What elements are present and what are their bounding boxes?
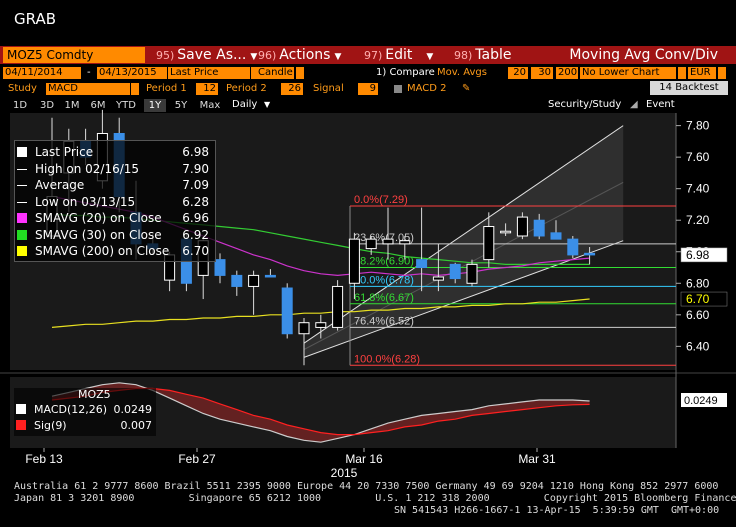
fib-level-label: 61.8%(6.67) [354, 292, 414, 304]
legend-label: Last Price [35, 145, 94, 159]
macd-panel-title: MOZ5 [78, 388, 111, 401]
legend-item[interactable]: SMAVG (200) on Close 6.70 [17, 244, 213, 259]
legend-item[interactable]: Average 7.09 [17, 178, 213, 193]
legend-swatch [17, 213, 27, 223]
legend-value: 6.70 [182, 244, 209, 258]
footer-contacts: Australia 61 2 9777 8600 Brazil 5511 239… [14, 481, 736, 517]
legend-value: 6.98 [182, 145, 209, 159]
footer-line-1: Australia 61 2 9777 8600 Brazil 5511 239… [14, 481, 719, 492]
x-tick-label: Mar 16 [345, 452, 383, 466]
candle-body [399, 240, 411, 245]
fib-level-label: 100.0%(6.28) [354, 353, 420, 365]
y-tick-label: 7.20 [686, 213, 710, 227]
y-tick-label: 7.60 [686, 150, 710, 164]
legend-value: 0.0249 [113, 403, 153, 416]
candle-body [264, 274, 276, 278]
candle-body [584, 252, 596, 256]
macd-legend: MOZ5 MACD(12,26) 0.0249 Sig(9) 0.007 [14, 388, 156, 436]
legend-item[interactable]: SMAVG (20) on Close 6.96 [17, 211, 213, 226]
legend-label: MACD(12,26) [34, 403, 108, 416]
y-tick-label: 7.40 [686, 182, 710, 196]
candle-body [231, 274, 243, 287]
legend-value: 7.90 [182, 161, 209, 176]
legend-item[interactable]: Last Price 6.98 [17, 145, 213, 160]
candle-body [567, 238, 579, 256]
fib-level-label: 0.0%(7.29) [354, 194, 408, 206]
legend-value: 6.28 [182, 194, 209, 209]
legend-swatch [17, 185, 27, 186]
x-year-label: 2015 [331, 466, 358, 480]
price-label: 6.70 [686, 292, 710, 306]
fib-level-label: 50.0%(6.78) [354, 274, 414, 286]
legend-label: SMAVG (20) on Close [35, 211, 162, 225]
legend-value: 6.96 [182, 211, 209, 225]
candle-body [533, 219, 545, 237]
legend-label: High on 02/16/15 [35, 161, 140, 176]
macd-legend-item: Sig(9) 0.007 [16, 418, 156, 433]
footer-line-3: SN 541543 H266-1667-1 13-Apr-15 5:39:59 … [394, 505, 720, 516]
candle-body [449, 263, 461, 280]
candle-body [348, 238, 360, 284]
candle-body [500, 230, 512, 234]
legend-swatch [16, 420, 26, 430]
legend-value: 6.92 [182, 227, 209, 242]
candle-body [416, 259, 428, 269]
y-tick-label: 6.60 [686, 308, 710, 322]
chart-legend[interactable]: Last Price 6.98 High on 02/16/15 7.90 Averag… [14, 140, 216, 262]
y-tick-label: 6.40 [686, 339, 710, 353]
macd-legend-item: MACD(12,26) 0.0249 [16, 402, 156, 417]
candle-body [214, 259, 226, 276]
legend-item[interactable]: High on 02/16/15 7.90 [17, 162, 213, 177]
legend-swatch [16, 404, 26, 414]
fib-level-label: 76.4%(6.52) [354, 315, 414, 327]
legend-label: Average [35, 178, 85, 192]
legend-item[interactable]: SMAVG (30) on Close 6.92 [17, 228, 213, 243]
legend-value: 7.09 [182, 178, 209, 192]
candle-body [466, 263, 478, 284]
legend-swatch [17, 229, 27, 240]
candle-body [516, 216, 528, 237]
price-label: 6.98 [686, 248, 710, 262]
legend-label: SMAVG (30) on Close [35, 227, 162, 242]
legend-label: Low on 03/13/15 [35, 194, 136, 209]
legend-label: Sig(9) [34, 419, 67, 432]
footer-line-2: Japan 81 3 3201 8900 Singapore 65 6212 1… [14, 493, 736, 504]
candle-body [332, 285, 344, 328]
legend-swatch [17, 147, 27, 157]
candle-body [248, 274, 260, 287]
legend-swatch [17, 168, 27, 170]
legend-value: 0.007 [120, 419, 153, 432]
x-tick-label: Feb 13 [25, 452, 63, 466]
legend-swatch [17, 246, 27, 256]
candle-body [432, 276, 444, 281]
candle-body [298, 322, 310, 335]
candle-body [315, 322, 327, 328]
candle-body [382, 238, 394, 245]
x-tick-label: Mar 31 [518, 452, 556, 466]
y-tick-label: 7.80 [686, 119, 710, 133]
legend-item[interactable]: Low on 03/13/15 6.28 [17, 195, 213, 210]
candle-body [365, 238, 377, 250]
candle-body [281, 287, 293, 335]
candle-body [550, 232, 562, 240]
macd-value-label: 0.0249 [684, 395, 718, 407]
legend-swatch [17, 201, 27, 203]
price-chart[interactable]: 0.0%(7.29)23.6%(7.05)38.2%(6.90)50.0%(6.… [0, 0, 736, 527]
y-tick-label: 6.80 [686, 276, 710, 290]
legend-label: SMAVG (200) on Close [35, 244, 170, 258]
x-tick-label: Feb 27 [178, 452, 216, 466]
candle-body [483, 226, 495, 261]
